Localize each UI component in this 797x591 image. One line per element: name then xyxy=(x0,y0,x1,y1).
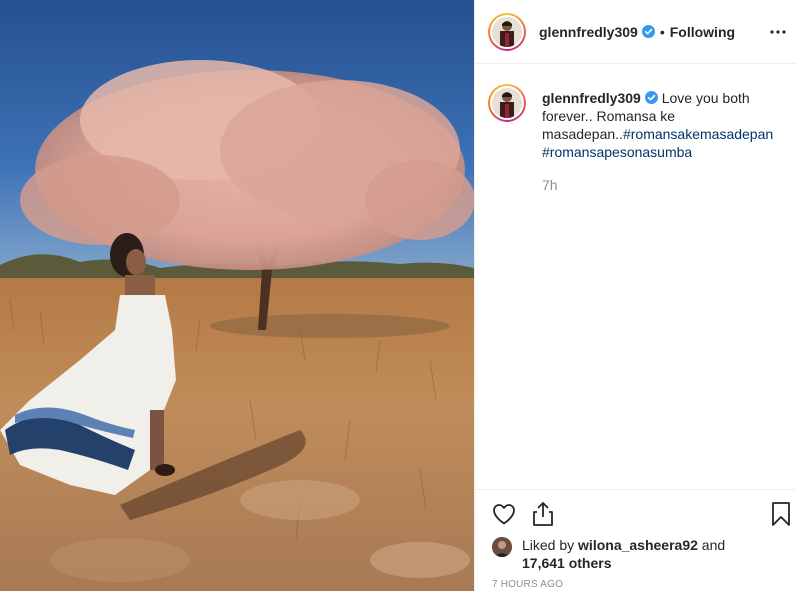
avatar-image xyxy=(492,16,522,47)
liker-avatar[interactable] xyxy=(492,537,512,557)
header-username[interactable]: glennfredly309 xyxy=(539,24,638,40)
hashtag-link-1[interactable]: #romansakemasadepan xyxy=(623,126,773,142)
caption-time: 7h xyxy=(542,177,558,193)
likes-others-count[interactable]: 17,641 others xyxy=(522,555,612,571)
likes-prefix: Liked by xyxy=(522,537,575,553)
caption-avatar-image xyxy=(492,88,522,118)
avatar[interactable] xyxy=(488,12,526,51)
post-side-panel: glennfredly309 • Following glennfredly30… xyxy=(474,0,797,591)
post-photo[interactable] xyxy=(0,0,474,591)
verified-badge-icon xyxy=(641,25,655,38)
caption-area: glennfredly309 Love you both forever.. R… xyxy=(475,64,797,489)
following-button[interactable]: Following xyxy=(670,24,735,40)
post-header: glennfredly309 • Following xyxy=(475,0,797,64)
caption-text: glennfredly309 Love you both forever.. R… xyxy=(542,89,787,161)
likes-text: Liked by wilona_asheera92 and 17,641 oth… xyxy=(522,536,725,572)
bookmark-icon[interactable] xyxy=(767,500,795,528)
heart-icon[interactable] xyxy=(490,500,518,528)
caption-username[interactable]: glennfredly309 xyxy=(542,90,641,106)
likes-and: and xyxy=(701,537,726,553)
header-separator: • xyxy=(659,23,665,40)
more-horizontal-icon[interactable] xyxy=(766,20,790,44)
likes-row: Liked by wilona_asheera92 and 17,641 oth… xyxy=(492,536,725,572)
actions-bar: Liked by wilona_asheera92 and 17,641 oth… xyxy=(475,489,797,591)
share-icon[interactable] xyxy=(529,500,557,528)
caption-verified-badge-icon xyxy=(644,91,658,104)
post-timestamp: 7 HOURS AGO xyxy=(492,579,564,590)
hashtag-link-2[interactable]: #romansapesonasumba xyxy=(542,144,692,160)
caption-avatar[interactable] xyxy=(488,84,526,122)
liker-username[interactable]: wilona_asheera92 xyxy=(578,537,698,553)
post-image xyxy=(0,0,474,591)
